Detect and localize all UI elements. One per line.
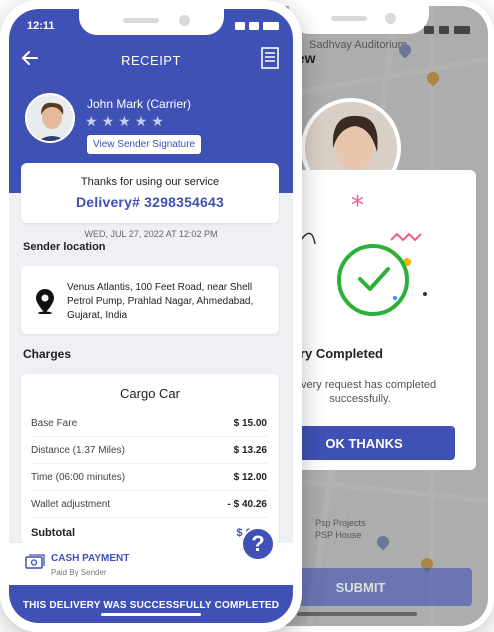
charge-row: Time (06:00 minutes) $ 12.00 (31, 472, 267, 483)
charge-label: Wallet adjustment (31, 499, 111, 510)
charges-heading: Charges (23, 347, 72, 361)
star-icon: ★ (85, 113, 98, 129)
charge-value: $ 15.00 (233, 418, 267, 429)
signal-icon (235, 22, 245, 30)
sender-location-heading: Sender location (23, 241, 106, 253)
delivery-number: Delivery# 3298354643 (75, 194, 225, 210)
charge-value: $ 13.26 (233, 445, 267, 456)
svg-text:*: * (351, 191, 364, 221)
thanks-text: Thanks for using our service (80, 176, 220, 188)
star-icon: ★ (101, 113, 115, 129)
help-button[interactable]: ? (241, 527, 275, 561)
app-showcase: Sadhvay Auditorium Psp Projects PSP Hous… (0, 0, 494, 632)
charge-value: - $ 40.26 (227, 499, 267, 510)
status-icons (235, 22, 279, 30)
phone-notch (79, 9, 224, 35)
charge-row: Distance (1.37 Miles) $ 13.26 (31, 445, 267, 456)
charge-label: Base Fare (31, 418, 78, 429)
cash-icon (25, 553, 45, 571)
location-pin-icon (35, 288, 55, 319)
star-icon: ★ (118, 113, 131, 129)
charge-row: Wallet adjustment - $ 40.26 (31, 499, 267, 510)
delivery-date: WED, JUL 27, 2022 AT 12:02 PM (84, 229, 218, 239)
battery-icon (263, 22, 279, 30)
view-signature-button[interactable]: View Sender Signature (87, 135, 202, 154)
wifi-icon (249, 22, 259, 30)
charge-label: Distance (1.37 Miles) (31, 445, 125, 456)
front-phone: 12:11 RECEIPT John Mark (Carrier) ★ ★ ★ … (0, 0, 302, 632)
star-icon: ★ (151, 113, 164, 129)
charge-value: $ 12.00 (233, 472, 267, 483)
phone-notch (289, 6, 429, 34)
star-icon: ★ (134, 113, 148, 129)
avatar (25, 93, 75, 143)
carrier-name: John Mark (Carrier) (87, 97, 192, 111)
home-indicator (297, 612, 417, 616)
home-indicator (101, 613, 201, 616)
charges-card: Cargo Car Base Fare $ 15.00 Distance (1.… (21, 374, 279, 544)
charge-label: Time (06:00 minutes) (31, 472, 126, 483)
charge-row: Base Fare $ 15.00 (31, 418, 267, 429)
vehicle-type: Cargo Car (120, 386, 180, 401)
receipt-icon[interactable] (261, 47, 279, 69)
sender-location-card: Venus Atlantis, 100 Feet Road, near Shel… (21, 266, 279, 334)
receipt-screen: 12:11 RECEIPT John Mark (Carrier) ★ ★ ★ … (9, 9, 293, 623)
payment-by: Paid By Sender (51, 568, 107, 577)
subtotal-row: Subtotal $ 0.00 (31, 527, 267, 539)
thanks-card: Thanks for using our service Delivery# 3… (21, 163, 279, 223)
rating-stars: ★ ★ ★ ★ ★ (85, 113, 164, 129)
subtotal-label: Subtotal (31, 527, 75, 539)
status-icons (424, 26, 470, 34)
status-time: 12:11 (27, 20, 55, 32)
completion-banner: THIS DELIVERY WAS SUCCESSFULLY COMPLETED (9, 585, 293, 623)
payment-method: CASH PAYMENT (51, 553, 130, 564)
sender-address: Venus Atlantis, 100 Feet Road, near Shel… (67, 282, 254, 321)
page-title: RECEIPT (121, 53, 181, 68)
success-check-icon (337, 244, 409, 316)
